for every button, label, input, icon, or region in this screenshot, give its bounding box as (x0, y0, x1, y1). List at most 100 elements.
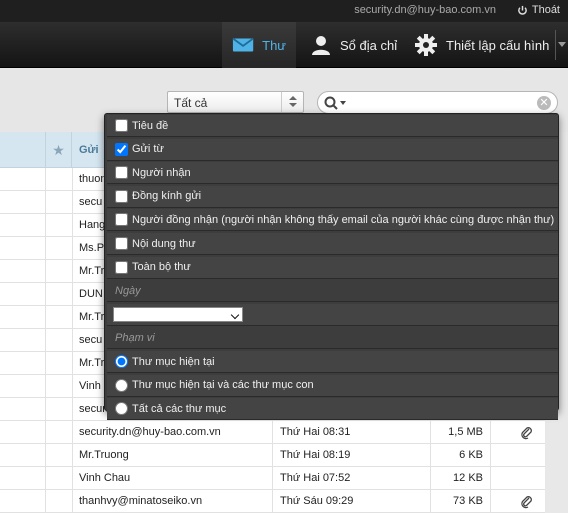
column-divider (45, 191, 46, 214)
folder-filter-select[interactable]: Tất cả (167, 91, 304, 113)
column-divider (45, 421, 46, 444)
tab-settings-label: Thiết lập cấu hình (446, 37, 550, 53)
column-divider (490, 467, 491, 490)
paperclip-icon (520, 421, 540, 444)
search-option-checkbox[interactable] (115, 142, 128, 156)
column-divider (490, 421, 491, 444)
search-clear-icon[interactable]: ✕ (537, 96, 551, 110)
scope-radio[interactable] (115, 402, 128, 416)
table-row[interactable]: Vinh Chau Thứ Hai 07:52 12 KB (0, 467, 545, 490)
column-divider (272, 444, 273, 467)
column-divider (45, 306, 46, 329)
column-divider (45, 168, 46, 191)
column-divider (45, 490, 46, 513)
column-divider (72, 490, 73, 513)
column-divider (72, 398, 73, 421)
search-option-item[interactable]: Người nhận (107, 162, 558, 185)
search-option-label: Đồng kính gửi (132, 190, 202, 203)
date-section-label: Ngày (107, 280, 558, 303)
row-date: Thứ Hai 08:19 (280, 449, 351, 461)
table-row[interactable]: thanhvy@minatoseiko.vn Thứ Sáu 09:29 73 KB (0, 490, 545, 513)
search-option-item[interactable]: Nội dung thư (107, 233, 558, 255)
search-option-label: Gửi từ (132, 143, 164, 156)
from-column-header[interactable]: Gửi (79, 144, 99, 156)
search-box[interactable]: ✕ (317, 91, 558, 114)
search-option-checkbox[interactable] (115, 260, 128, 274)
column-divider (272, 490, 273, 513)
column-divider (72, 283, 73, 306)
column-divider (72, 329, 73, 352)
table-row[interactable]: Mr.Truong Thứ Hai 08:19 6 KB (0, 444, 545, 467)
scope-radio[interactable] (115, 378, 128, 392)
column-divider (490, 490, 491, 513)
logout-button[interactable]: Thoát (517, 4, 560, 16)
column-divider (72, 306, 73, 329)
person-icon (312, 36, 330, 55)
search-options-menu: Tiêu đề Gửi từ Người nhận Đồng kính gửi Ngườ… (104, 113, 559, 421)
column-divider (72, 444, 73, 467)
search-option-checkbox[interactable] (115, 189, 128, 203)
date-select[interactable] (113, 306, 243, 322)
power-icon (517, 5, 527, 15)
star-column-icon[interactable]: ★ (45, 132, 72, 168)
column-divider (72, 352, 73, 375)
select-arrows-icon (281, 92, 303, 112)
gear-icon (415, 34, 437, 56)
search-option-label: Người đồng nhận (người nhận không thấy e… (132, 213, 555, 226)
row-size: 6 KB (459, 449, 483, 461)
scope-option-item[interactable]: Thư mục hiện tại (107, 351, 558, 373)
scope-section-label: Phạm vi (107, 327, 558, 350)
tab-mail-label: Thư (262, 37, 286, 53)
column-divider (45, 352, 46, 375)
column-divider (72, 191, 73, 214)
scope-option-item[interactable]: Tất cả các thư mục (107, 398, 558, 421)
row-size: 12 KB (453, 472, 483, 484)
search-option-checkbox[interactable] (115, 213, 128, 227)
search-options-icon[interactable] (324, 96, 350, 110)
date-row (107, 303, 558, 326)
search-option-item[interactable]: Toàn bộ thư (107, 256, 558, 279)
search-option-checkbox[interactable] (115, 237, 128, 250)
column-divider (72, 467, 73, 490)
row-from: Mr.Truong (79, 449, 129, 461)
envelope-icon (232, 37, 254, 52)
search-option-item[interactable]: Đồng kính gửi (107, 185, 558, 208)
scope-radio[interactable] (115, 355, 128, 368)
column-divider (72, 260, 73, 283)
search-option-label: Nội dung thư (132, 237, 196, 250)
row-from: Vinh Chau (79, 472, 131, 484)
row-date: Thứ Hai 07:52 (280, 472, 351, 484)
table-row[interactable]: security.dn@huy-bao.com.vn Thứ Hai 08:31 1… (0, 421, 545, 444)
row-date: Thứ Hai 08:31 (280, 426, 351, 438)
tab-addressbook-label: Sổ địa chỉ (340, 37, 398, 53)
nav-divider (555, 30, 556, 60)
search-option-label: Người nhận (132, 166, 191, 179)
logout-label: Thoát (531, 4, 560, 16)
folder-filter-value: Tất cả (174, 96, 208, 110)
row-size: 73 KB (453, 495, 483, 507)
tab-mail[interactable]: Thư (222, 22, 296, 68)
column-divider (72, 237, 73, 260)
column-divider (45, 467, 46, 490)
column-divider (72, 421, 73, 444)
scope-option-label: Tất cả các thư mục (132, 402, 227, 415)
webmail-app: security.dn@huy-bao.com.vn Thoát Thư Sổ … (0, 0, 568, 513)
search-option-item[interactable]: Người đồng nhận (người nhận không thấy e… (107, 209, 558, 232)
scope-option-item[interactable]: Thư mục hiện tại và các thư mục con (107, 374, 558, 397)
column-divider (490, 444, 491, 467)
column-divider (272, 421, 273, 444)
search-option-checkbox[interactable] (115, 119, 128, 132)
search-option-item[interactable]: Gửi từ (107, 138, 558, 161)
row-from: security.dn@huy-bao.com.vn (79, 426, 221, 438)
search-option-label: Toàn bộ thư (132, 261, 191, 274)
search-option-checkbox[interactable] (115, 166, 128, 180)
search-option-item[interactable]: Tiêu đề (107, 115, 558, 137)
row-from: thanhvy@minatoseiko.vn (79, 495, 203, 507)
row-size: 1,5 MB (448, 426, 483, 438)
paperclip-icon (520, 490, 540, 513)
nav-more-arrow-icon[interactable] (558, 42, 566, 47)
column-divider (72, 214, 73, 237)
tab-addressbook[interactable]: Sổ địa chỉ (300, 22, 407, 68)
column-divider (72, 375, 73, 398)
tab-settings[interactable]: Thiết lập cấu hình (404, 22, 559, 68)
